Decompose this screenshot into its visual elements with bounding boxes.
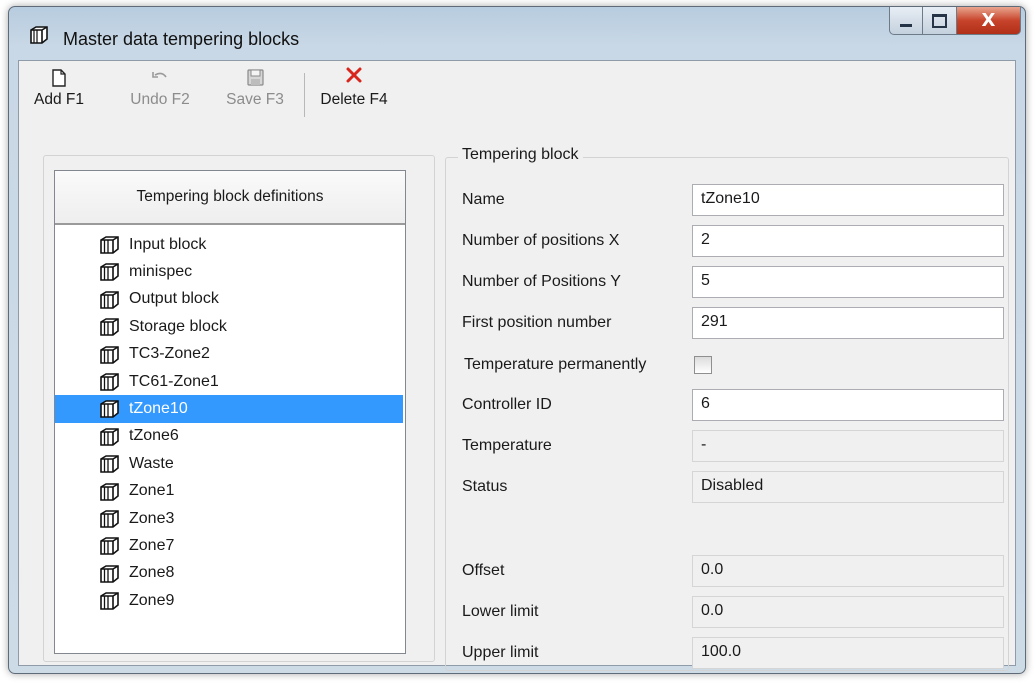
title-bar[interactable]: Master data tempering blocks X — [9, 7, 1025, 59]
first-position-field[interactable]: 291 — [692, 307, 1004, 339]
lower-limit-label: Lower limit — [462, 603, 539, 620]
block-icon — [100, 373, 119, 391]
lower-limit-field: 0.0 — [692, 596, 1004, 628]
save-button[interactable]: Save F3 — [215, 65, 295, 119]
list-item[interactable]: Waste — [55, 450, 405, 477]
list-item[interactable]: Zone1 — [55, 478, 405, 505]
block-icon — [100, 318, 119, 336]
save-icon — [247, 69, 264, 86]
list-item-label: Zone9 — [129, 591, 175, 609]
block-icon — [100, 263, 119, 282]
list-item-label: Zone8 — [129, 564, 175, 582]
close-button[interactable]: X — [957, 7, 1021, 35]
toolbar-separator — [304, 73, 305, 117]
positions-y-label: Number of Positions Y — [462, 273, 621, 290]
list-item-label: Waste — [129, 454, 174, 472]
undo-icon — [152, 72, 167, 78]
list-item-label: Storage block — [129, 317, 227, 335]
block-icon — [100, 564, 119, 583]
list-item[interactable]: Input block — [55, 231, 405, 258]
list-item-label: minispec — [129, 263, 193, 281]
upper-limit-label: Upper limit — [462, 644, 539, 661]
list-item-label: Output block — [129, 290, 219, 308]
offset-field: 0.0 — [692, 555, 1004, 587]
name-label: Name — [462, 191, 505, 208]
list-item-label: TC61-Zone1 — [129, 372, 219, 390]
first-position-label: First position number — [462, 314, 612, 331]
temperature-label: Temperature — [462, 437, 552, 454]
block-icon — [100, 537, 119, 556]
list-item[interactable]: Storage block — [55, 313, 405, 340]
definitions-list[interactable]: Tempering block definitions Input block m… — [54, 170, 406, 654]
close-icon: X — [981, 10, 996, 31]
temperature-field: - — [692, 430, 1004, 462]
tempering-block-group: Tempering block Name tZone10 Number of p… — [445, 146, 1009, 671]
status-field: Disabled — [692, 471, 1004, 503]
minimize-button[interactable] — [889, 7, 923, 35]
list-item-label: tZone6 — [129, 427, 179, 445]
toolbar: Add F1 Undo F2 Save F3 Delete F4 — [19, 61, 1015, 123]
list-header-label: Tempering block definitions — [136, 188, 324, 205]
window-title: Master data tempering blocks — [63, 29, 300, 49]
name-field[interactable]: tZone10 — [692, 184, 1004, 216]
list-item[interactable]: TC3-Zone2 — [55, 341, 405, 368]
block-icon — [100, 345, 119, 364]
status-label: Status — [462, 478, 508, 495]
window-controls: X — [889, 7, 1021, 35]
list-item-label: TC3-Zone2 — [129, 345, 210, 363]
save-label: Save F3 — [226, 91, 284, 108]
block-icon — [100, 400, 119, 419]
block-icon — [100, 427, 119, 446]
minimize-icon — [900, 24, 912, 27]
list-items: Input block minispec Output block Storage b… — [55, 231, 405, 614]
list-item[interactable]: tZone10 — [55, 395, 403, 423]
positions-x-label: Number of positions X — [462, 232, 620, 249]
new-document-icon — [52, 69, 66, 87]
undo-button[interactable]: Undo F2 — [115, 65, 205, 119]
positions-x-field[interactable]: 2 — [692, 225, 1004, 257]
list-header[interactable]: Tempering block definitions — [55, 171, 405, 225]
list-item[interactable]: Zone9 — [55, 587, 405, 614]
list-item[interactable]: Output block — [55, 286, 405, 313]
list-item-label: Zone1 — [129, 482, 175, 500]
list-item[interactable]: minispec — [55, 258, 405, 285]
maximize-button[interactable] — [923, 7, 957, 35]
client-area: Add F1 Undo F2 Save F3 Delete F4 Temperi… — [18, 60, 1016, 671]
list-item[interactable]: Zone7 — [55, 532, 405, 559]
block-icon — [30, 26, 48, 44]
block-icon — [100, 510, 119, 528]
undo-label: Undo F2 — [130, 91, 190, 108]
upper-limit-field: 100.0 — [692, 637, 1004, 669]
group-title: Tempering block — [458, 146, 583, 164]
list-item[interactable]: Zone8 — [55, 560, 405, 587]
block-icon — [100, 482, 119, 501]
temperature-permanently-checkbox[interactable] — [694, 356, 712, 374]
main-window: Master data tempering blocks X Add F1 Un… — [8, 6, 1026, 674]
list-item-label: Input block — [129, 235, 207, 253]
block-icon — [100, 592, 119, 610]
controller-id-field[interactable]: 6 — [692, 389, 1004, 421]
add-button[interactable]: Add F1 — [21, 65, 97, 119]
controller-id-label: Controller ID — [462, 396, 552, 413]
block-icon — [100, 290, 119, 309]
temperature-permanently-label: Temperature permanently — [464, 356, 647, 373]
block-icon — [100, 455, 119, 473]
list-item[interactable]: TC61-Zone1 — [55, 368, 405, 395]
delete-icon — [346, 67, 362, 83]
list-item-label: Zone7 — [129, 536, 175, 554]
delete-button[interactable]: Delete F4 — [311, 65, 397, 119]
add-label: Add F1 — [34, 91, 84, 108]
delete-label: Delete F4 — [320, 91, 388, 108]
positions-y-field[interactable]: 5 — [692, 266, 1004, 298]
maximize-icon — [932, 13, 947, 28]
list-item[interactable]: tZone6 — [55, 423, 405, 450]
list-item[interactable]: Zone3 — [55, 505, 405, 532]
list-item-label: tZone10 — [129, 400, 188, 418]
offset-label: Offset — [462, 562, 505, 579]
block-icon — [100, 236, 119, 254]
definitions-group: Tempering block definitions Input block m… — [43, 155, 435, 662]
list-item-label: Zone3 — [129, 509, 175, 527]
